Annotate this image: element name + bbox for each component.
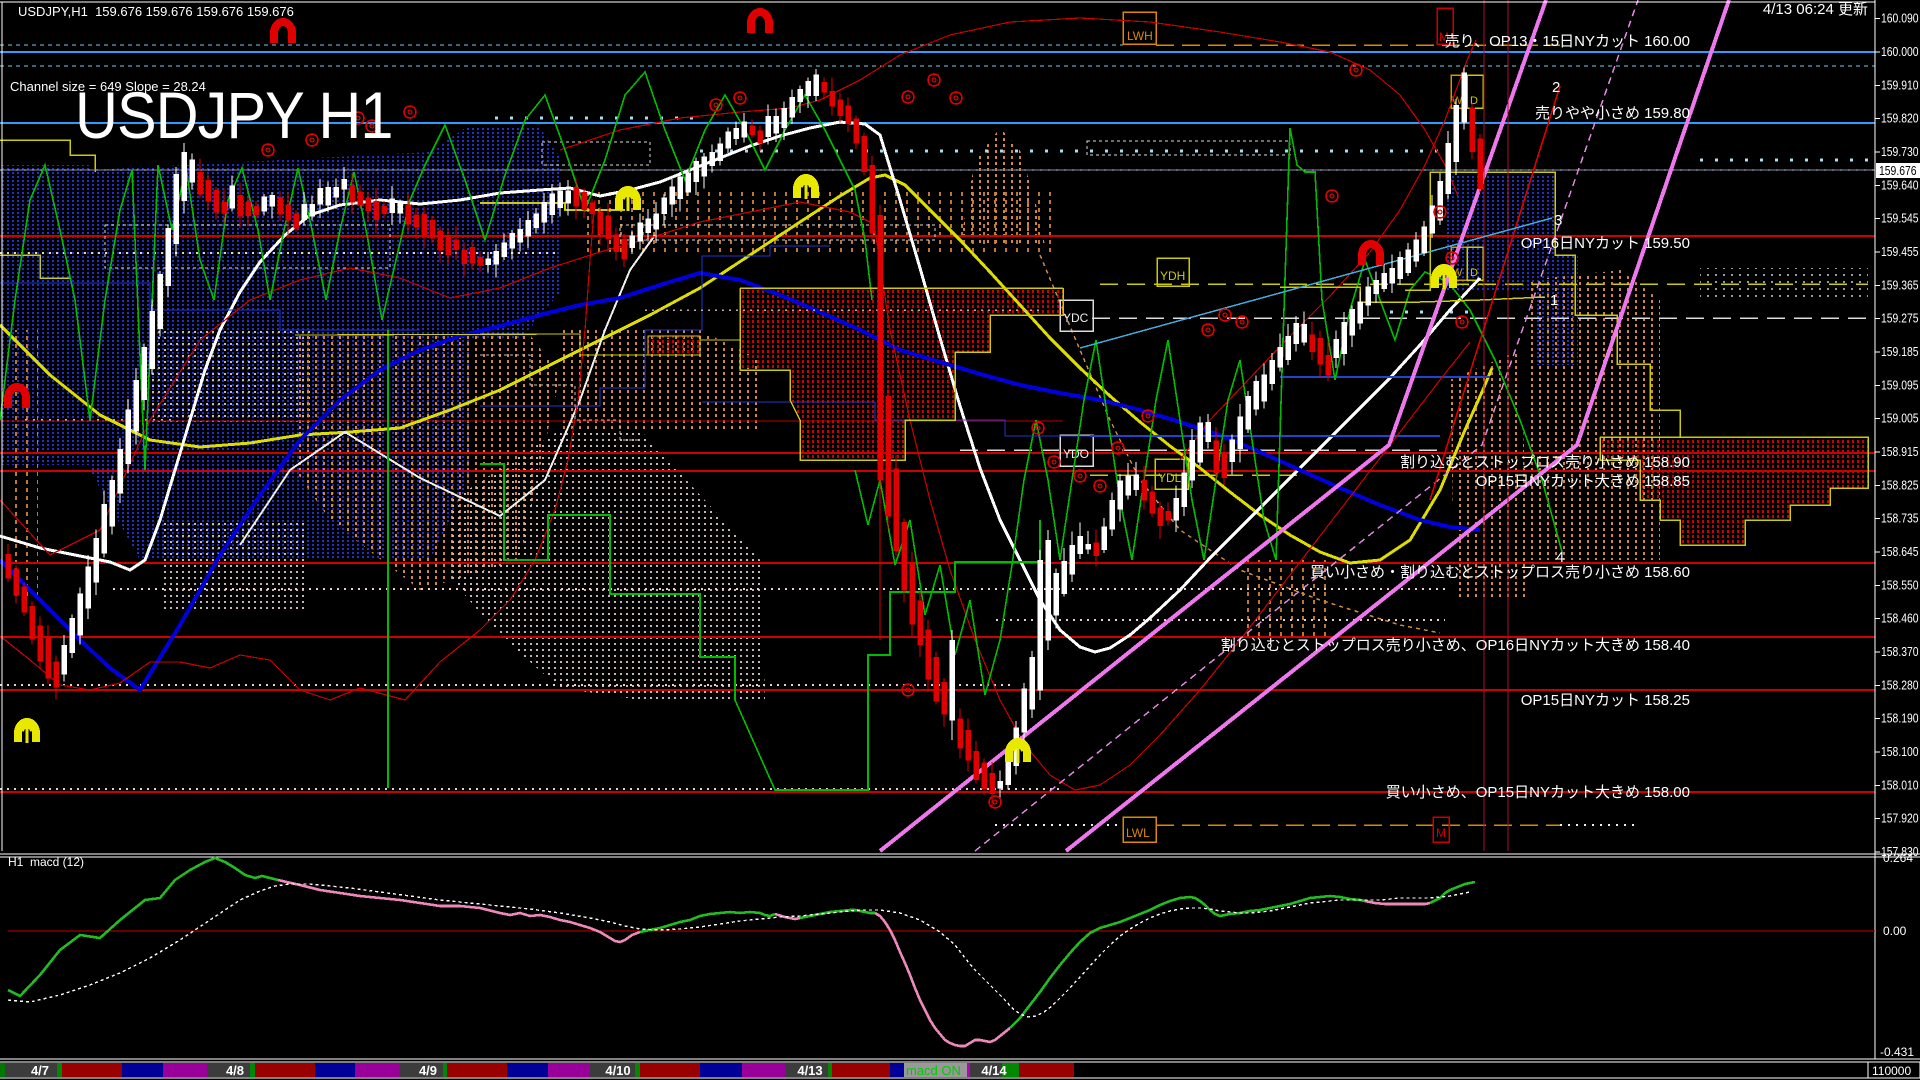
svg-text:2: 2 [1552, 79, 1560, 96]
svg-text:1: 1 [1550, 292, 1558, 309]
svg-text:LWL: LWL [1126, 826, 1150, 840]
svg-text:157.920: 157.920 [1881, 812, 1919, 826]
svg-text:4/7: 4/7 [31, 1063, 49, 1078]
svg-text:4/13: 4/13 [797, 1063, 822, 1078]
svg-text:159.545: 159.545 [1881, 212, 1919, 226]
svg-text:159.365: 159.365 [1881, 278, 1919, 292]
svg-text:USDJPY H1: USDJPY H1 [75, 79, 393, 153]
svg-text:159.005: 159.005 [1881, 412, 1919, 426]
svg-text:D: D [1470, 267, 1478, 279]
svg-text:D: D [1470, 95, 1478, 107]
svg-text:割り込むとストップロス売り小さめ、OP16日NYカット大きめ: 割り込むとストップロス売り小さめ、OP16日NYカット大きめ 158.40 [1221, 637, 1690, 654]
svg-text:M: M [1436, 826, 1446, 840]
svg-text:4/8: 4/8 [226, 1063, 244, 1078]
svg-text:158.460: 158.460 [1881, 612, 1919, 626]
svg-text:4/9: 4/9 [419, 1063, 437, 1078]
svg-text:160.090: 160.090 [1881, 12, 1919, 26]
svg-text:159.455: 159.455 [1881, 245, 1919, 259]
svg-text:158.010: 158.010 [1881, 778, 1919, 792]
svg-text:159.275: 159.275 [1881, 312, 1919, 326]
svg-text:YDH: YDH [1160, 269, 1185, 283]
svg-text:158.735: 158.735 [1881, 512, 1919, 526]
svg-text:159.676: 159.676 [1879, 164, 1917, 178]
svg-text:4/10: 4/10 [605, 1063, 630, 1078]
svg-text:159.095: 159.095 [1881, 378, 1919, 392]
svg-text:159.640: 159.640 [1881, 178, 1919, 192]
svg-text:売り、OP13・15日NYカット 160.00: 売り、OP13・15日NYカット 160.00 [1445, 33, 1690, 50]
svg-text:0.264: 0.264 [1883, 851, 1913, 865]
svg-text:売りやや小さめ 159.80: 売りやや小さめ 159.80 [1535, 105, 1690, 122]
svg-text:4/14: 4/14 [981, 1063, 1007, 1078]
svg-text:158.915: 158.915 [1881, 445, 1919, 459]
svg-text:USDJPY,H1 159.676 159.676 159: USDJPY,H1 159.676 159.676 159.676 159.67… [18, 4, 294, 19]
svg-text:LWH: LWH [1127, 29, 1153, 43]
svg-text:YDC: YDC [1063, 311, 1089, 325]
svg-text:159.730: 159.730 [1881, 145, 1919, 159]
svg-text:158.280: 158.280 [1881, 678, 1919, 692]
svg-text:OP15日NYカット大きめ 158.85: OP15日NYカット大きめ 158.85 [1476, 473, 1690, 490]
svg-text:158.100: 158.100 [1881, 745, 1919, 759]
svg-text:4/13 06:24 更新: 4/13 06:24 更新 [1763, 1, 1868, 18]
svg-text:macd ON: macd ON [906, 1063, 961, 1078]
svg-text:3: 3 [1554, 212, 1562, 229]
svg-text:YDL: YDL [1158, 471, 1182, 485]
svg-text:割り込むとストップロス売り小さめ 158.90: 割り込むとストップロス売り小さめ 158.90 [1400, 454, 1690, 471]
svg-text:110000: 110000 [1872, 1064, 1911, 1078]
svg-text:158.645: 158.645 [1881, 545, 1919, 559]
svg-text:OP15日NYカット 158.25: OP15日NYカット 158.25 [1521, 692, 1690, 709]
svg-text:159.910: 159.910 [1881, 78, 1919, 92]
svg-text:H1 macd (12): H1 macd (12) [8, 855, 84, 869]
svg-text:-0.431: -0.431 [1880, 1045, 1914, 1059]
svg-text:0.00: 0.00 [1883, 924, 1907, 938]
svg-text:買い小さめ・割り込むとストップロス売り小さめ 158.60: 買い小さめ・割り込むとストップロス売り小さめ 158.60 [1310, 564, 1690, 581]
svg-text:158.825: 158.825 [1881, 478, 1919, 492]
svg-text:158.550: 158.550 [1881, 578, 1919, 592]
svg-text:買い小さめ、OP15日NYカット大きめ 158.00: 買い小さめ、OP15日NYカット大きめ 158.00 [1386, 784, 1690, 801]
svg-text:158.370: 158.370 [1881, 645, 1919, 659]
svg-text:158.190: 158.190 [1881, 712, 1919, 726]
svg-text:160.000: 160.000 [1881, 45, 1919, 59]
svg-text:159.820: 159.820 [1881, 112, 1919, 126]
svg-text:OP16日NYカット 159.50: OP16日NYカット 159.50 [1521, 235, 1690, 252]
svg-text:159.185: 159.185 [1881, 345, 1919, 359]
